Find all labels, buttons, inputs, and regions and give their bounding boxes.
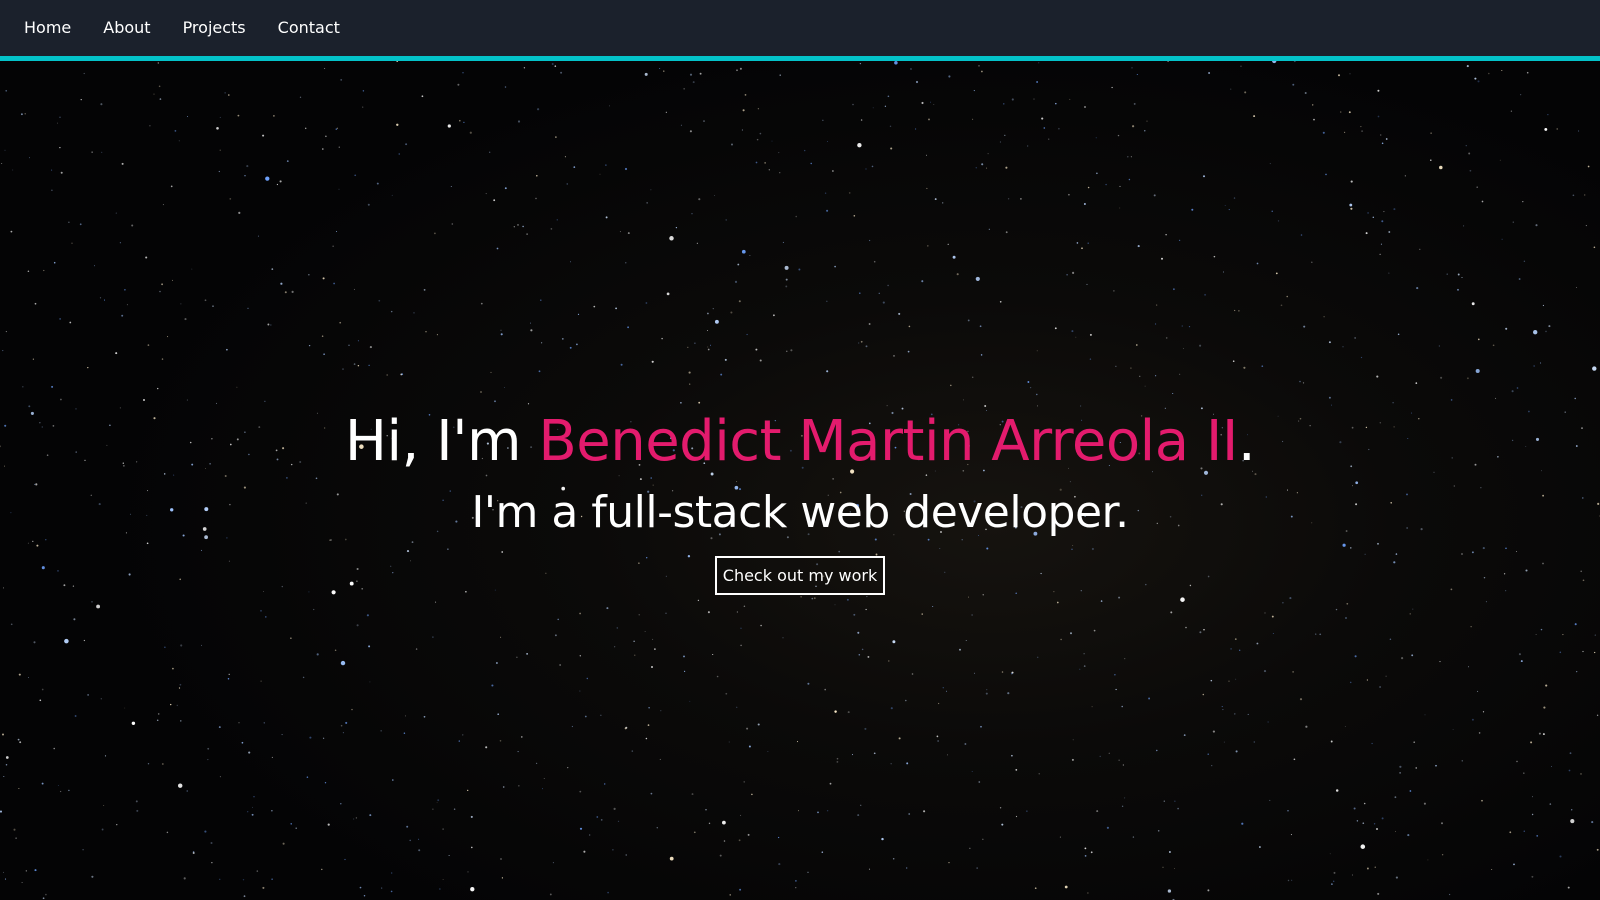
hero-headline: Hi, I'm Benedict Martin Arreola II. [0, 409, 1600, 475]
top-navbar: Home About Projects Contact [0, 0, 1600, 61]
developer-name: Benedict Martin Arreola II [538, 409, 1238, 474]
check-out-work-button[interactable]: Check out my work [715, 556, 885, 595]
greeting-suffix: . [1237, 409, 1256, 474]
starfield-background [0, 61, 1600, 900]
nav-item-contact[interactable]: Contact [262, 0, 356, 56]
hero-section: Hi, I'm Benedict Martin Arreola II. I'm … [0, 61, 1600, 900]
nav-item-projects[interactable]: Projects [167, 0, 262, 56]
nav-item-home[interactable]: Home [8, 0, 87, 56]
nav-list: Home About Projects Contact [0, 0, 1600, 56]
greeting-prefix: Hi, I'm [344, 409, 539, 474]
hero-tagline: I'm a full-stack web developer. [471, 487, 1129, 538]
nav-item-about[interactable]: About [87, 0, 166, 56]
